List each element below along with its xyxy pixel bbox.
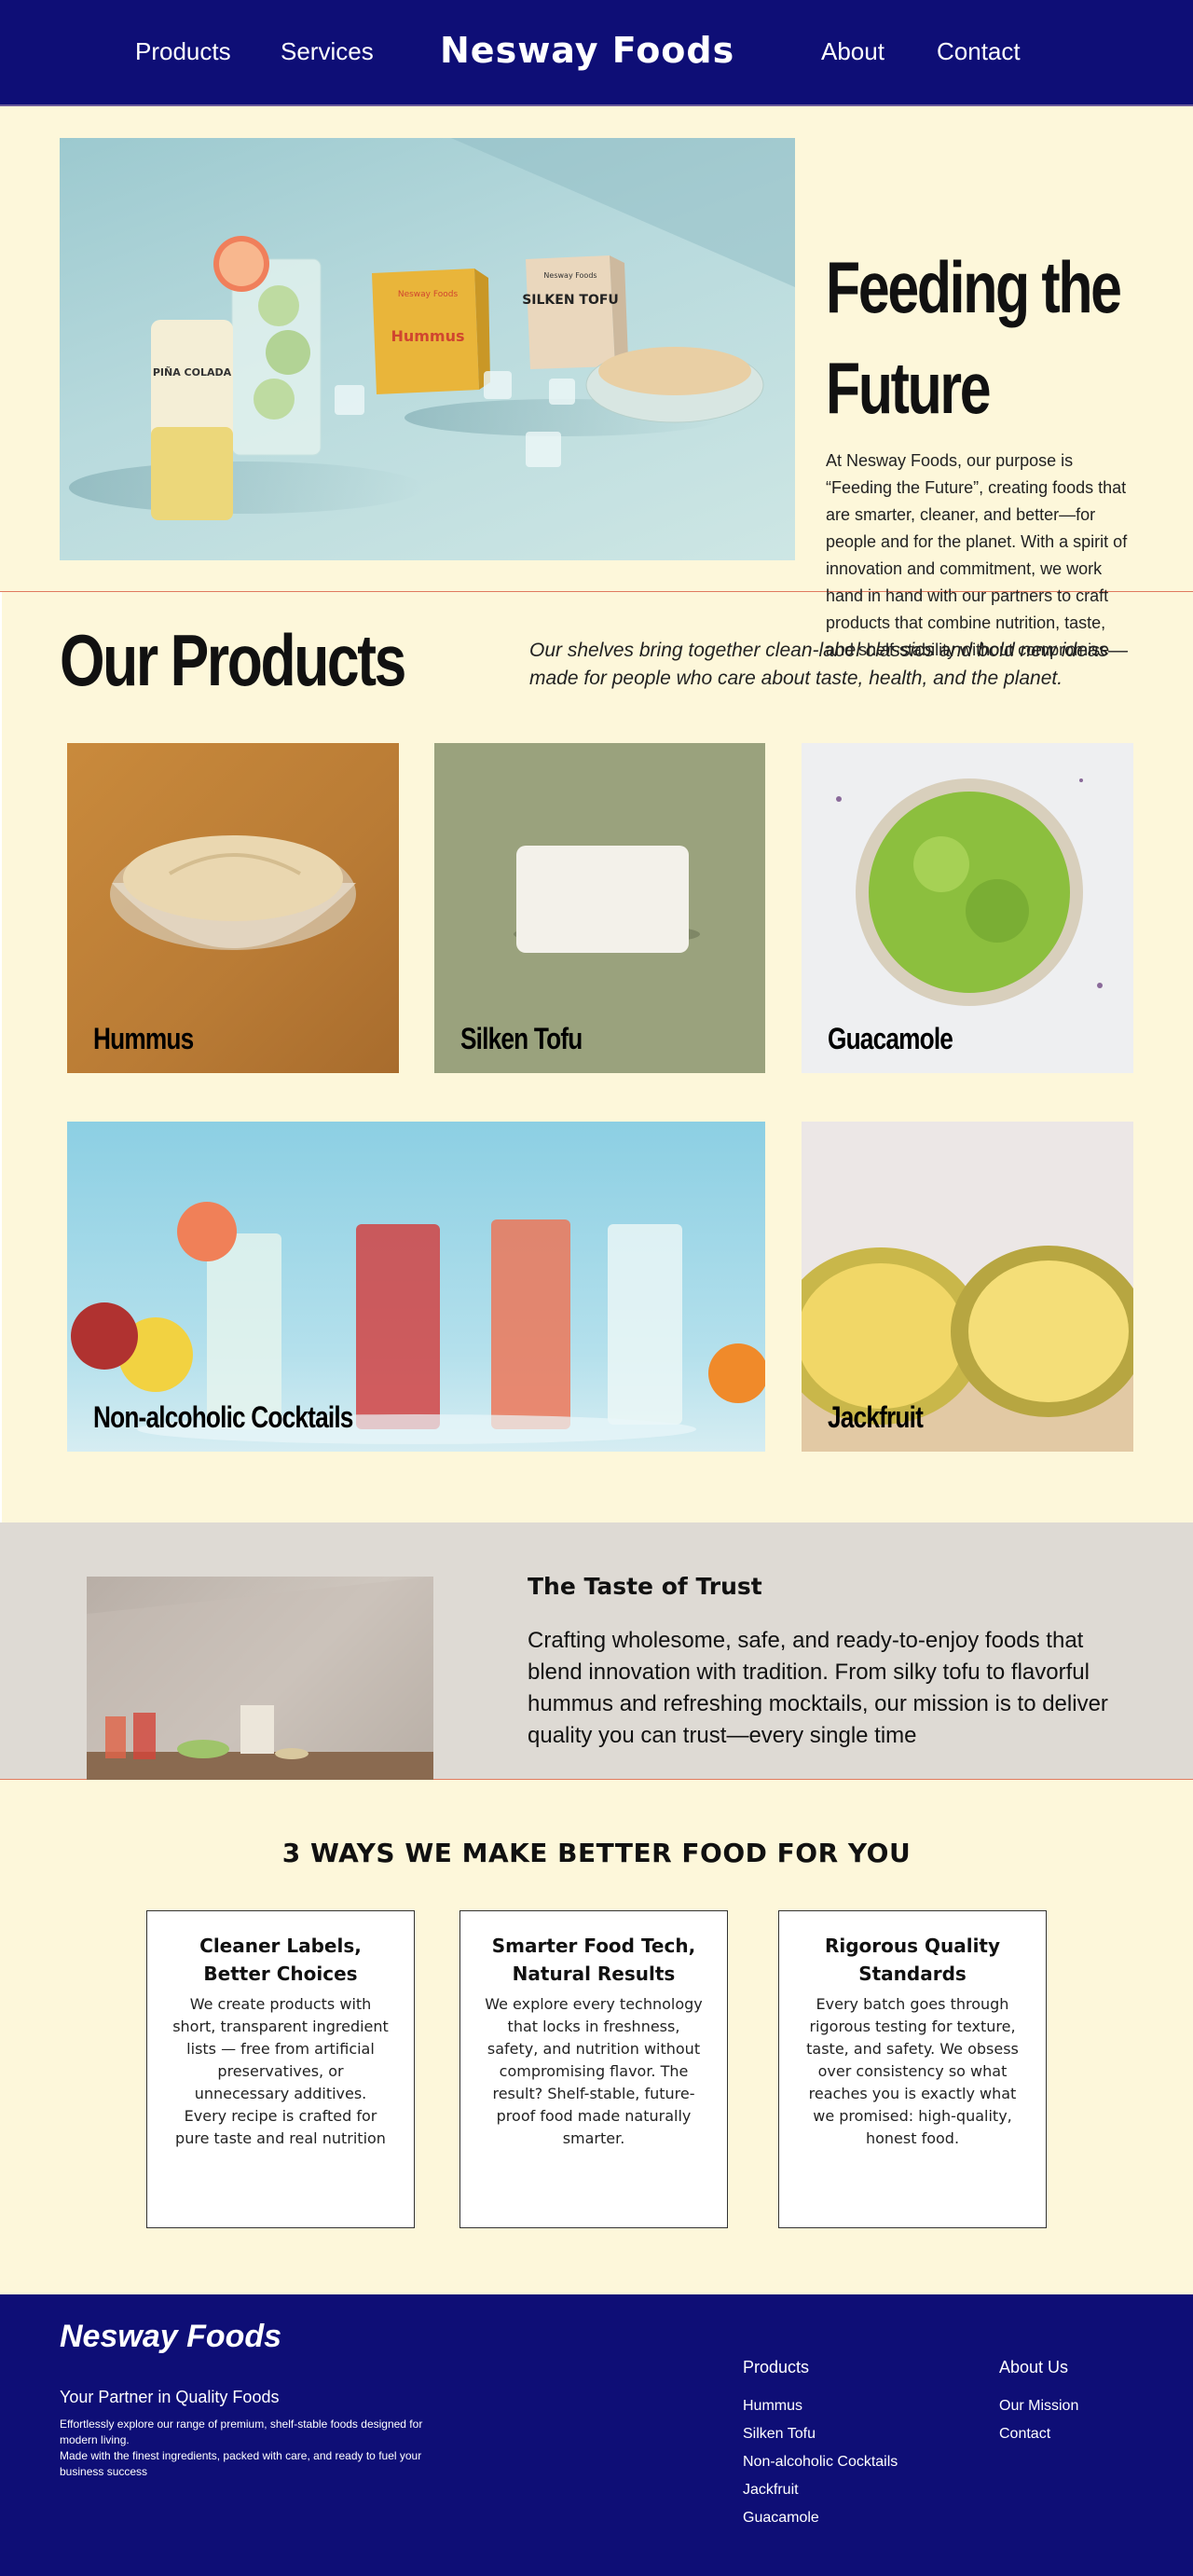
nav-about-link[interactable]: About (821, 37, 884, 66)
footer-description-line2: Made with the finest ingredients, packed… (60, 2449, 422, 2478)
footer-logo[interactable]: Nesway Foods (60, 2319, 281, 2355)
trust-section: The Taste of Trust Crafting wholesome, s… (0, 1522, 1193, 1780)
footer-about-column: About Us Our Mission Contact (999, 2358, 1078, 2448)
footer-about-heading: About Us (999, 2358, 1069, 2376)
top-navigation: Products Services Nesway Foods About Con… (0, 0, 1193, 106)
hero-section: PIÑA COLADA Nesway Foods Hummus Nesway F… (0, 106, 1193, 659)
way-card-quality-standards: Rigorous Quality Standards Every batch g… (778, 1910, 1047, 2228)
footer-link-contact[interactable]: Contact (999, 2420, 1078, 2448)
site-footer: Nesway Foods Your Partner in Quality Foo… (0, 2294, 1193, 2576)
tofu-box-brand: Nesway Foods (543, 271, 596, 280)
way-card-title: Smarter Food Tech, Natural Results (491, 1935, 696, 1985)
hero-title: Feeding the Future (826, 237, 1122, 438)
footer-products-column: Products Hummus Silken Tofu Non-alcoholi… (743, 2358, 898, 2532)
product-label: Jackfruit (828, 1400, 924, 1434)
footer-link-hummus[interactable]: Hummus (743, 2392, 898, 2420)
can-label: PIÑA COLADA (153, 366, 232, 379)
product-label: Silken Tofu (460, 1022, 583, 1055)
trust-lifestyle-image (87, 1577, 433, 1780)
product-label: Non-alcoholic Cocktails (93, 1400, 353, 1434)
nav-contact-link[interactable]: Contact (937, 37, 1021, 66)
footer-description-line1: Effortlessly explore our range of premiu… (60, 2418, 423, 2446)
product-card-jackfruit[interactable]: Jackfruit (802, 1122, 1133, 1452)
hummus-box-brand: Nesway Foods (398, 290, 459, 299)
product-card-guacamole[interactable]: Guacamole (802, 743, 1133, 1073)
way-card-text: Every batch goes through rigorous testin… (806, 1995, 1019, 2147)
way-card-text: We create products with short, transpare… (172, 1995, 389, 2147)
footer-description: Effortlessly explore our range of premiu… (60, 2417, 451, 2480)
way-card-title: Rigorous Quality Standards (824, 1935, 1001, 1985)
trust-description: Crafting wholesome, safe, and ready-to-e… (528, 1628, 1108, 1748)
footer-link-jackfruit[interactable]: Jackfruit (743, 2476, 898, 2504)
hero-product-image: PIÑA COLADA Nesway Foods Hummus Nesway F… (60, 138, 795, 560)
footer-link-guacamole[interactable]: Guacamole (743, 2504, 898, 2532)
nav-products-link[interactable]: Products (135, 37, 231, 66)
trust-title: The Taste of Trust (528, 1573, 762, 1600)
product-card-hummus[interactable]: Hummus (67, 743, 399, 1073)
way-card-text: We explore every technology that locks i… (485, 1995, 703, 2147)
hero-title-line2: Future (826, 347, 992, 429)
way-card-title: Cleaner Labels, Better Choices (199, 1935, 362, 1985)
tofu-box-label: SILKEN TOFU (522, 293, 619, 308)
product-label: Hummus (93, 1022, 194, 1055)
ways-title: 3 WAYS WE MAKE BETTER FOOD FOR YOU (281, 1838, 912, 1868)
products-tagline: Our shelves bring together clean-label c… (529, 640, 1129, 689)
product-label: Guacamole (828, 1022, 953, 1055)
footer-link-cocktails[interactable]: Non-alcoholic Cocktails (743, 2448, 898, 2476)
product-card-silken-tofu[interactable]: Silken Tofu (434, 743, 765, 1073)
way-card-smarter-food-tech: Smarter Food Tech, Natural Results We ex… (459, 1910, 728, 2228)
footer-tagline: Your Partner in Quality Foods (60, 2388, 280, 2406)
product-card-non-alcoholic-cocktails[interactable]: Non-alcoholic Cocktails (67, 1122, 765, 1452)
products-title: Our Products (60, 619, 406, 701)
hummus-box-label: Hummus (391, 327, 464, 345)
brand-logo[interactable]: Nesway Foods (440, 30, 734, 71)
footer-products-heading: Products (743, 2358, 810, 2376)
footer-link-silken-tofu[interactable]: Silken Tofu (743, 2420, 898, 2448)
hero-title-line1: Feeding the (826, 246, 1122, 328)
nav-services-link[interactable]: Services (281, 37, 374, 66)
footer-link-our-mission[interactable]: Our Mission (999, 2392, 1078, 2420)
way-card-cleaner-labels: Cleaner Labels, Better Choices We create… (146, 1910, 415, 2228)
ways-section: 3 WAYS WE MAKE BETTER FOOD FOR YOU Clean… (0, 1780, 1193, 2294)
products-section: Our Products Our shelves bring together … (0, 592, 1193, 1522)
